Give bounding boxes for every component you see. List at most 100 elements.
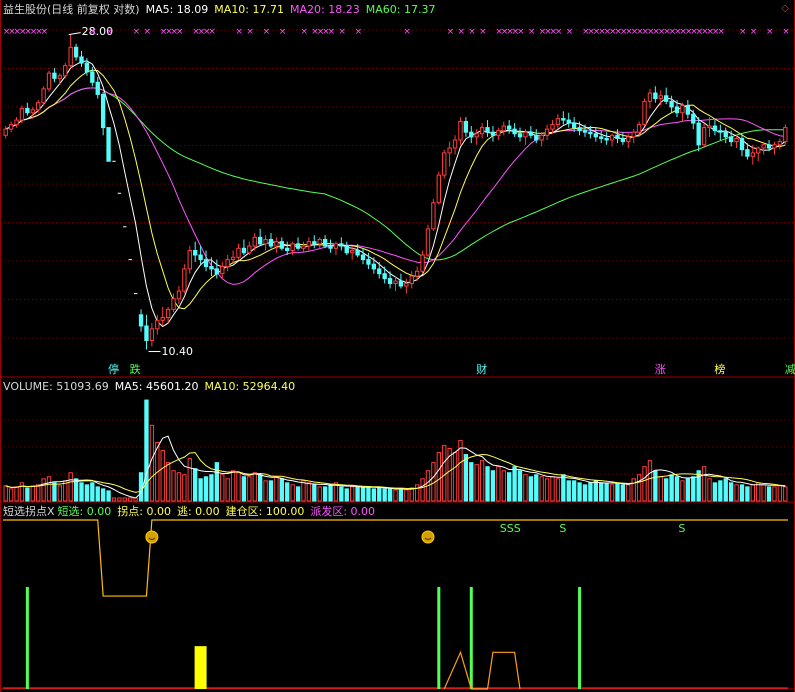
candle-body [485, 127, 490, 133]
volume-bar [350, 486, 355, 502]
volume-bar [750, 484, 755, 502]
candle-body [236, 247, 241, 258]
chart-canvas[interactable] [0, 0, 795, 692]
volume-bar [128, 497, 133, 502]
candle-body [761, 144, 766, 149]
candle-body [106, 127, 111, 162]
candle-body [209, 266, 214, 270]
candle-body [512, 128, 517, 135]
candle-body [674, 106, 680, 114]
volume-bar [599, 482, 604, 502]
candle-body [772, 144, 777, 149]
signal-bar-green [25, 587, 29, 689]
volume-bar [247, 476, 252, 502]
candle-body [41, 88, 46, 104]
volume-bar [761, 484, 766, 502]
volume-bar [669, 474, 674, 502]
candle-body [344, 245, 349, 254]
candle-body [241, 247, 247, 254]
candle-body [728, 136, 734, 143]
smile-marker-icon [421, 530, 435, 544]
candle-body [79, 56, 84, 64]
candle-body [36, 102, 41, 111]
volume-bar [214, 462, 220, 502]
volume-bar [561, 474, 566, 502]
volume-bar [734, 484, 739, 502]
event-tag-停: 停 [107, 363, 119, 376]
pattern-marker: × [262, 27, 271, 37]
volume-bar [187, 458, 192, 502]
volume-bar [241, 476, 247, 502]
volume-bar [25, 487, 30, 502]
volume-bar [317, 486, 322, 502]
candle-body [745, 149, 750, 157]
volume-bar [100, 488, 106, 502]
volume-bar [712, 482, 718, 502]
signal-bar-green [437, 587, 441, 689]
volume-bar [393, 489, 398, 502]
candle-body [707, 125, 712, 129]
candle-body [214, 268, 220, 275]
volume-bar [236, 472, 241, 502]
pattern-marker: × [105, 27, 114, 37]
candle-body [420, 254, 425, 272]
pattern-marker: × [327, 27, 336, 37]
volume-bar [41, 478, 46, 502]
volume-bar [366, 486, 371, 502]
candle-body [3, 128, 8, 136]
volume-bar [268, 480, 274, 502]
candle-body [68, 46, 73, 67]
volume-bar [176, 472, 182, 502]
volume-bar [52, 482, 57, 502]
volume-bar [404, 489, 409, 502]
volume-bar [718, 480, 723, 502]
pattern-marker: × [132, 27, 141, 37]
pattern-marker: × [738, 27, 747, 37]
candle-body [257, 236, 263, 245]
candle-body [73, 46, 79, 58]
volume-bar [745, 486, 750, 502]
volume-bar [387, 488, 393, 502]
volume-bar [409, 487, 414, 502]
volume-bar [165, 462, 171, 502]
volume-bar [193, 468, 198, 502]
volume-bar [685, 478, 691, 502]
candle-body [328, 245, 333, 249]
pattern-marker: × [403, 27, 411, 37]
volume-bar [360, 486, 366, 502]
volume-bar [550, 476, 555, 502]
candle-body [193, 249, 198, 256]
volume-bar [106, 490, 111, 502]
pattern-marker: × [749, 27, 758, 37]
volume-bar [73, 478, 79, 502]
volume-bar [664, 478, 669, 502]
kline-window: 益生股份(日线 前复权 对数) MA5: 18.09 MA10: 17.71 MA20… [0, 0, 795, 692]
candle-body [187, 249, 192, 270]
candle-body [507, 125, 512, 130]
candle-body [155, 319, 160, 330]
volume-bar [322, 486, 328, 502]
ma10-line [5, 69, 786, 310]
volume-bar [382, 488, 387, 502]
candle-body [252, 236, 257, 247]
event-tag-跌: 跌 [129, 363, 141, 376]
candle-body [25, 107, 30, 114]
volume-bar [442, 444, 447, 502]
candle-body [599, 136, 604, 139]
volume-bar [90, 482, 95, 502]
jiancang-line [3, 519, 788, 597]
candle-body [696, 122, 701, 146]
volume-bar [290, 484, 295, 502]
volume-bar [57, 485, 63, 502]
candle-body [783, 127, 788, 143]
volume-bar [171, 470, 176, 502]
candle-body [377, 268, 382, 275]
candle-body [436, 174, 441, 204]
candle-body [30, 109, 35, 114]
volume-bar [436, 452, 441, 502]
volume-bar [19, 482, 25, 502]
candle-body [718, 130, 723, 133]
candle-body [447, 147, 452, 154]
pattern-marker: × [517, 27, 525, 37]
pattern-marker: × [354, 27, 363, 37]
